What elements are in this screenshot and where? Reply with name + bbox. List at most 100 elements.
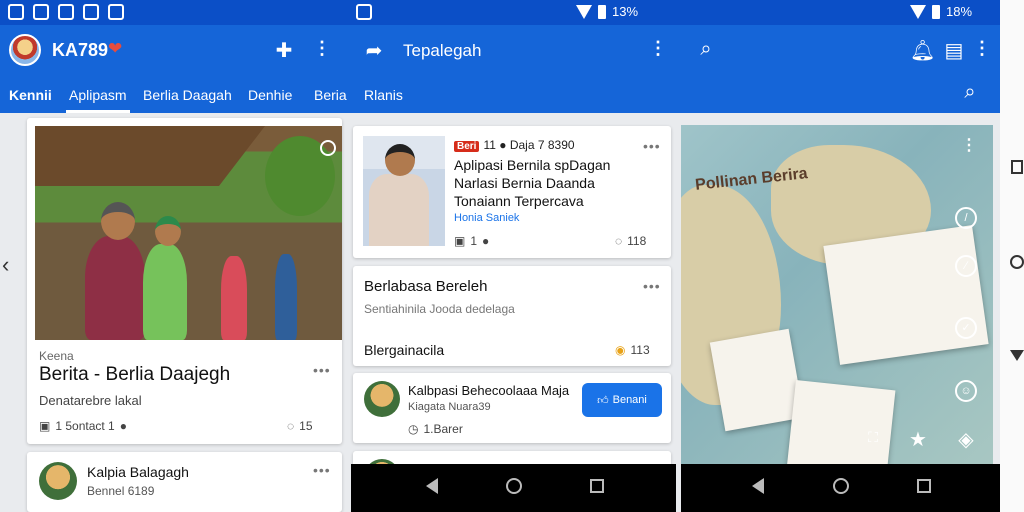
- card-category: Keena: [39, 349, 74, 363]
- text-news-card[interactable]: Berlabasa Bereleh ••• Sentiahinila Jooda…: [353, 266, 671, 366]
- tab-kennii[interactable]: Kennii: [9, 87, 52, 103]
- tab-beria[interactable]: Beria: [314, 87, 347, 103]
- recents-icon[interactable]: [1011, 160, 1023, 174]
- card-title: Berlabasa Bereleh: [364, 278, 488, 295]
- back-icon[interactable]: [426, 478, 438, 494]
- thumbs-up-icon: 👍︎: [597, 394, 609, 407]
- meta-text: 1 5ontact 1: [55, 419, 115, 433]
- battery-percent: 13%: [612, 4, 639, 19]
- tab-bar: Kennii Aplipasm Berlia Daagah Denhie Ber…: [0, 77, 1000, 113]
- edit-icon[interactable]: /: [955, 207, 977, 229]
- app-bar: KA789 ❤ ✚ ⋮ ➦ Tepalegah ⋮ ⌕ 🔔︎ ▤ ⋮: [0, 25, 1000, 77]
- more-vert-icon[interactable]: ⋮: [310, 38, 334, 59]
- map-image-panel[interactable]: Pollinan Berira ⋮ / ∕ ✓ ☺ ⛶ ★ ◈: [681, 125, 993, 464]
- follow-button[interactable]: 👍︎ Benani: [582, 383, 662, 417]
- status-bar: 13% 18%: [0, 0, 1000, 25]
- more-horiz-icon[interactable]: •••: [313, 462, 331, 478]
- recents-icon[interactable]: [917, 479, 931, 493]
- more-horiz-icon[interactable]: •••: [313, 362, 331, 378]
- more-vert-icon[interactable]: ⋮: [970, 38, 994, 59]
- photo-overlay-icon[interactable]: [320, 140, 336, 156]
- news-thumbnail: [363, 136, 445, 246]
- battery-icon: [598, 4, 606, 19]
- nav-bar: [681, 464, 1000, 512]
- home-icon[interactable]: [1010, 255, 1024, 269]
- comment-icon: ◌: [615, 234, 623, 248]
- tab-aplipasm[interactable]: Aplipasm: [69, 87, 127, 103]
- meta-text: 1.Barer: [423, 422, 463, 436]
- card-meta-right[interactable]: ◉ 113: [615, 343, 650, 357]
- search-icon[interactable]: ⌕: [694, 38, 718, 61]
- notification-icon: [83, 4, 99, 20]
- app-logo-icon[interactable]: [9, 34, 41, 66]
- news-card-headline[interactable]: Beri 11 ● Daja 7 8390 Aplipasi Bernila sp…: [353, 126, 671, 258]
- avatar: [364, 381, 400, 417]
- document-paper: [709, 328, 805, 432]
- notification-icon: [108, 4, 124, 20]
- headline-line-1: Aplipasi Bernila spDagan: [454, 157, 611, 173]
- comment-icon: ◌: [287, 419, 295, 433]
- edit-icon[interactable]: ∕: [955, 255, 977, 277]
- star-icon[interactable]: ★: [906, 427, 930, 452]
- person: [143, 244, 187, 340]
- more-horiz-icon[interactable]: •••: [643, 138, 661, 154]
- meta-count: 1: [470, 234, 478, 248]
- globe-icon: ●: [119, 419, 127, 433]
- share-icon[interactable]: ➦: [362, 38, 386, 63]
- notification-icon: [8, 4, 24, 20]
- person: [85, 236, 145, 340]
- search-icon[interactable]: ⌕: [958, 81, 982, 104]
- tab-rlanis[interactable]: Rlanis: [364, 87, 403, 103]
- recents-icon[interactable]: [590, 479, 604, 493]
- category-badge: Beri: [454, 141, 480, 152]
- emoji-icon[interactable]: ☺: [955, 380, 977, 402]
- clock-icon: ◷: [408, 422, 419, 436]
- status-right-2: 18%: [910, 4, 972, 19]
- add-icon[interactable]: ✚: [272, 38, 296, 63]
- calendar-icon: ▣: [39, 419, 51, 433]
- status-center: [356, 4, 378, 20]
- card-footer: Blergainacila: [364, 342, 445, 358]
- notification-icon: [33, 4, 49, 20]
- status-right-1: 13%: [576, 4, 638, 19]
- reaction-count: 113: [630, 343, 650, 357]
- notification-icon: [58, 4, 74, 20]
- comment-count: 15: [299, 419, 313, 433]
- card-meta-left: ▣ 1 5ontact 1 ●: [39, 419, 127, 433]
- globe-icon: ●: [482, 234, 490, 248]
- more-horiz-icon[interactable]: •••: [643, 278, 661, 294]
- chevron-left-icon[interactable]: ‹: [2, 252, 9, 278]
- more-vert-icon[interactable]: ⋮: [957, 135, 981, 155]
- card-title: Kalbpasi Behecoolaaa Maja: [408, 383, 570, 398]
- tab-berlia-daagah[interactable]: Berlia Daagah: [143, 87, 232, 103]
- follow-meta: ◷ 1.Barer: [408, 422, 463, 436]
- home-icon[interactable]: [506, 478, 522, 494]
- news-card-featured[interactable]: Keena Berita - Berlia Daajegh ••• Denata…: [27, 118, 342, 444]
- card-meta-right[interactable]: ◌ 15: [287, 419, 313, 433]
- app-status-icon: [356, 4, 372, 20]
- news-card-small[interactable]: Kalpia Balagagh Bennel 6189 •••: [27, 452, 342, 512]
- check-icon[interactable]: ✓: [955, 317, 977, 339]
- back-icon[interactable]: [752, 478, 764, 494]
- notification-icons: [8, 4, 124, 20]
- back-icon[interactable]: [1010, 350, 1024, 361]
- tab-denhie[interactable]: Denhie: [248, 87, 292, 103]
- more-vert-icon[interactable]: ⋮: [646, 38, 670, 59]
- notification-bell-icon[interactable]: 🔔︎: [910, 38, 935, 63]
- headline-meta-right[interactable]: ◌ 118: [615, 234, 646, 248]
- person: [221, 256, 247, 340]
- follow-card[interactable]: Kalbpasi Behecoolaaa Maja Kiagata Nuara3…: [353, 373, 671, 443]
- bookmark-icon[interactable]: ▤: [942, 38, 966, 63]
- home-icon[interactable]: [833, 478, 849, 494]
- headline-meta-left: ▣ 1 ●: [454, 234, 489, 248]
- avatar: [39, 462, 77, 500]
- reaction-icon: ◉: [615, 343, 626, 357]
- heart-icon: ❤: [108, 39, 123, 58]
- source-name[interactable]: Honia Saniek: [454, 212, 519, 224]
- location-icon[interactable]: ◈: [954, 427, 978, 452]
- image-icon[interactable]: ⛶: [861, 429, 885, 446]
- person-head: [385, 144, 415, 176]
- card-subtitle: Kiagata Nuara39: [408, 401, 491, 413]
- document-paper: [786, 380, 896, 464]
- document-paper: [823, 225, 989, 365]
